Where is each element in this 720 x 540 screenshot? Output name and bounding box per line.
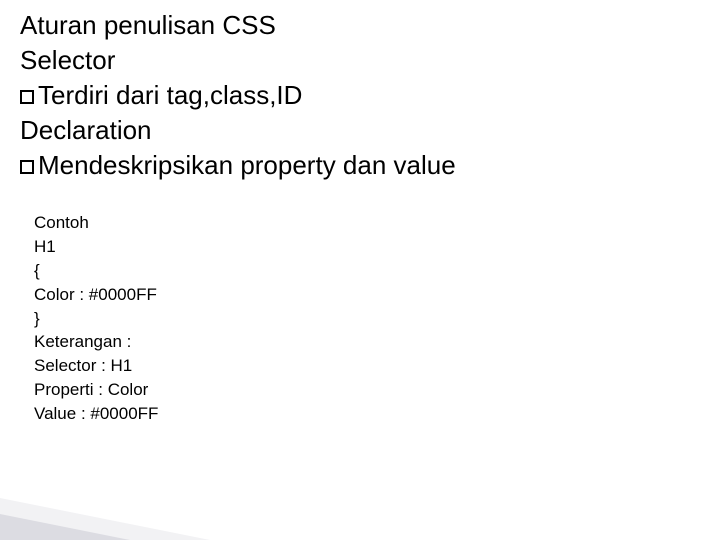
example-line: H1 [34, 235, 720, 259]
bullet-text: Terdiri dari tag,class,ID [38, 80, 302, 110]
example-block: Contoh H1 { Color : #0000FF } Keterangan… [34, 211, 720, 425]
bullet-text: Mendeskripsikan property dan value [38, 150, 456, 180]
example-line: Contoh [34, 211, 720, 235]
example-line: Selector : H1 [34, 354, 720, 378]
slide-content: Aturan penulisan CSS Selector Terdiri da… [0, 0, 720, 426]
square-bullet-icon [20, 90, 34, 104]
example-line: Color : #0000FF [34, 283, 720, 307]
bullet-selector: Terdiri dari tag,class,ID [20, 78, 720, 113]
bullet-declaration: Mendeskripsikan property dan value [20, 148, 720, 183]
square-bullet-icon [20, 160, 34, 174]
decorative-corner-inner [0, 514, 130, 540]
slide-title: Aturan penulisan CSS [20, 8, 720, 43]
example-line: Value : #0000FF [34, 402, 720, 426]
section-heading-selector: Selector [20, 43, 720, 78]
example-line: { [34, 259, 720, 283]
section-heading-declaration: Declaration [20, 113, 720, 148]
example-line: } [34, 307, 720, 331]
example-line: Keterangan : [34, 330, 720, 354]
example-line: Properti : Color [34, 378, 720, 402]
